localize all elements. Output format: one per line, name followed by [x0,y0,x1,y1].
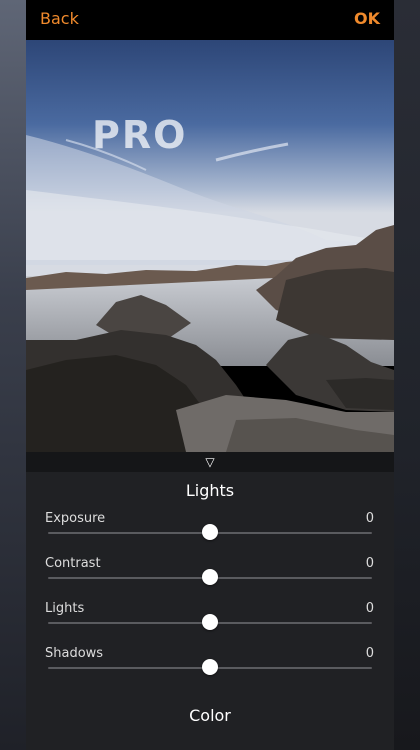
back-button[interactable]: Back [40,9,79,28]
slider-knob[interactable] [202,524,218,540]
top-bar: Back OK [26,0,394,40]
slider-exposure: Exposure 0 [26,511,394,556]
photo-preview[interactable]: PRO [26,40,394,452]
triangle-down-icon[interactable]: ▽ [202,454,218,470]
landscape-photo [26,40,394,452]
ok-button[interactable]: OK [354,9,380,28]
panel-collapse-bar[interactable]: ▽ [26,452,394,472]
slider-lights: Lights 0 [26,601,394,646]
slider-value: 0 [365,601,374,616]
slider-label: Exposure [45,511,106,526]
left-blur-edge [0,0,26,750]
slider-value: 0 [365,511,374,526]
slider-value: 0 [365,646,374,661]
slider-label: Lights [45,601,85,616]
color-section-header[interactable]: Color [26,706,394,725]
slider-contrast: Contrast 0 [26,556,394,601]
slider-label: Contrast [45,556,101,571]
slider-knob[interactable] [202,569,218,585]
panel-title: Lights [185,481,235,500]
editor-screen: Back OK PRO ▽ Lights Exposure 0 Contrast… [26,0,394,750]
right-blur-edge [394,0,420,750]
adjustment-panel: Lights Exposure 0 Contrast 0 Lights 0 Sh… [26,472,394,750]
slider-value: 0 [365,556,374,571]
slider-shadows: Shadows 0 [26,646,394,691]
slider-knob[interactable] [202,659,218,675]
pro-watermark: PRO [92,113,188,157]
slider-knob[interactable] [202,614,218,630]
slider-label: Shadows [45,646,104,661]
